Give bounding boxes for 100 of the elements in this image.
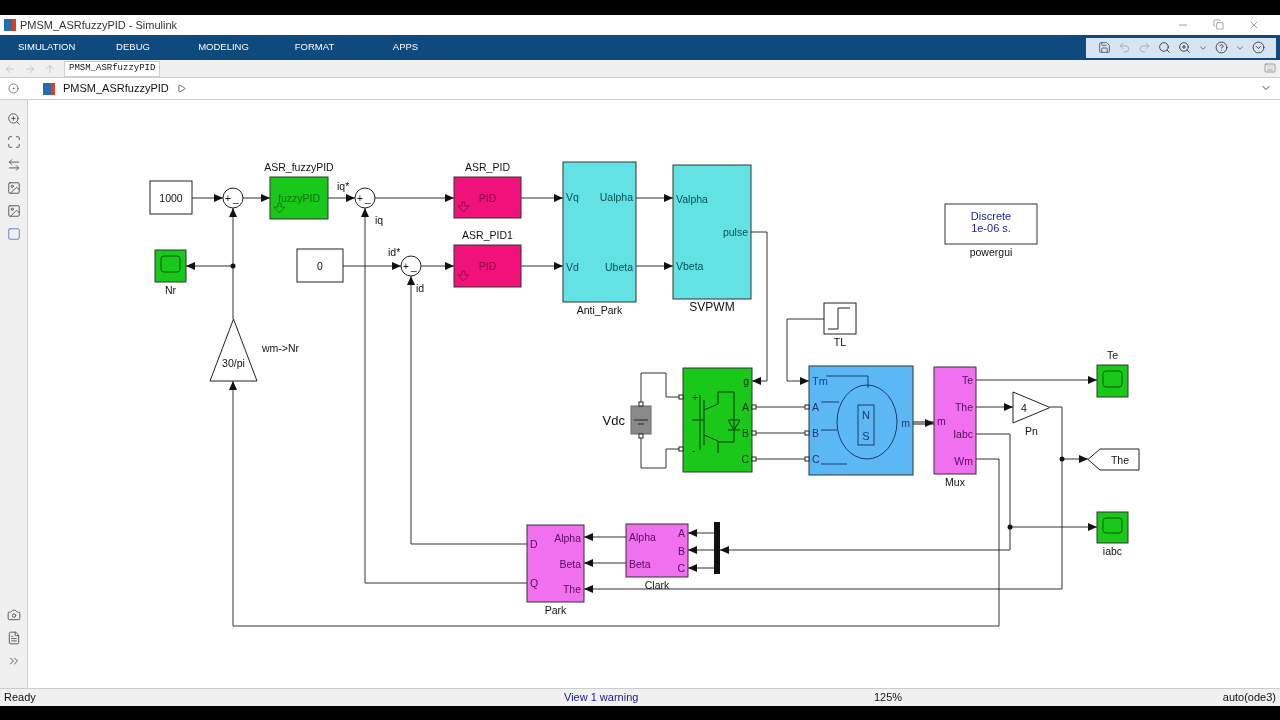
port-label: Ualpha: [599, 191, 633, 203]
port-label: Alpha: [554, 531, 581, 544]
port-label: The: [954, 401, 973, 414]
window-title: PMSM_ASRfuzzyPID - Simulink: [20, 17, 178, 33]
gain-block[interactable]: [209, 318, 258, 382]
breadcrumb-item[interactable]: PMSM_ASRfuzzyPID: [63, 80, 169, 97]
menu-tab[interactable]: MODELING: [178, 40, 269, 55]
signal-line: [242, 194, 271, 202]
warning-link[interactable]: View 1 warning: [564, 689, 874, 706]
keyboard-icon[interactable]: [1264, 61, 1276, 74]
play-icon[interactable]: [176, 84, 186, 93]
port-label: C: [741, 453, 749, 465]
port-label: Vq: [566, 191, 579, 203]
junction-dot: [230, 263, 236, 269]
port-label: Wm: [954, 454, 973, 467]
block-name: iabc: [1102, 545, 1123, 557]
signal-line: [520, 194, 564, 202]
document-icon[interactable]: [6, 631, 21, 645]
constant-value: 0: [317, 259, 323, 272]
hide-icon[interactable]: [8, 83, 19, 94]
sum-block[interactable]: [400, 255, 422, 277]
dc-source-block[interactable]: [630, 401, 652, 439]
zoom-icon[interactable]: [6, 112, 21, 126]
arrows-icon[interactable]: [6, 158, 21, 172]
port-label: Tm: [812, 375, 828, 387]
search-icon[interactable]: [1158, 41, 1171, 54]
igbt-drawing: [691, 391, 741, 454]
zoom-icon[interactable]: [1178, 41, 1191, 54]
menu-tab[interactable]: APPS: [360, 40, 451, 55]
block-name: Vdc: [602, 413, 625, 428]
subsystem-block[interactable]: [453, 176, 522, 219]
signal-line: [635, 262, 674, 270]
motor-block[interactable]: [804, 365, 914, 476]
sum-sign: _: [411, 261, 417, 272]
block-name: wm->Nr: [262, 342, 300, 354]
port-label: Alpha: [629, 531, 656, 544]
save-icon[interactable]: [1098, 41, 1111, 54]
inverter-block[interactable]: [678, 367, 757, 473]
port-label: C: [812, 453, 820, 465]
down-arrow-icon: [457, 270, 470, 282]
block-name: ASR_PID: [465, 161, 510, 173]
block-name: ASR_fuzzyPID: [264, 161, 334, 173]
gain-block[interactable]: [1012, 391, 1051, 424]
block-name: ASR_PID1: [462, 229, 513, 241]
block-name: Mux: [945, 476, 965, 488]
sum-sign: _: [233, 193, 239, 204]
scope-block[interactable]: [154, 249, 187, 283]
menu-tab[interactable]: FORMAT: [269, 40, 360, 55]
magnet-pole: S: [862, 430, 870, 442]
restore-icon[interactable]: [1213, 19, 1224, 31]
sum-block[interactable]: [354, 187, 376, 209]
close-icon[interactable]: [1248, 19, 1260, 31]
port-label: C: [677, 562, 685, 575]
scope-block[interactable]: [1096, 511, 1129, 544]
block-text: PID: [478, 260, 497, 272]
collapse-icon[interactable]: [1252, 41, 1265, 54]
menu-tab[interactable]: SIMULATION: [0, 40, 88, 55]
fit-view-icon[interactable]: [6, 135, 21, 149]
sum-block[interactable]: [222, 187, 244, 209]
square-icon[interactable]: [6, 227, 21, 241]
menu-tab[interactable]: DEBUG: [88, 40, 178, 55]
port-label: A: [812, 401, 819, 413]
help-icon[interactable]: [1215, 41, 1228, 54]
status-text: Ready: [4, 690, 37, 706]
constant-block[interactable]: [149, 180, 193, 215]
image-icon[interactable]: [6, 204, 21, 218]
goto-text: The: [1110, 453, 1130, 466]
subsystem-block[interactable]: [269, 176, 329, 220]
step-block[interactable]: [823, 302, 857, 335]
port-label: pulse: [722, 226, 748, 238]
model-tab[interactable]: PMSM_ASRfuzzyPID: [64, 60, 161, 77]
solver-name: auto(ode3): [1222, 690, 1276, 706]
port-label: B: [678, 544, 685, 557]
block-name: Park: [544, 604, 567, 616]
goto-tag[interactable]: [1087, 448, 1140, 471]
constant-value: 1000: [159, 191, 183, 204]
subsystem-block[interactable]: [526, 524, 585, 603]
signal-line: [327, 194, 356, 202]
powergui-block[interactable]: [944, 203, 1038, 245]
port-label: B: [812, 427, 819, 439]
subsystem-block[interactable]: [562, 161, 637, 303]
scope-block[interactable]: [1096, 364, 1129, 398]
port-label: The: [562, 583, 581, 596]
block-name: Nr: [164, 284, 177, 296]
signal-line: [191, 194, 224, 202]
port-label: m: [901, 417, 910, 429]
port-label: g: [743, 375, 749, 387]
block-text: fuzzyPID: [278, 192, 320, 204]
subsystem-block[interactable]: [933, 366, 977, 475]
app-icon: [4, 19, 16, 31]
port-label: Vd: [566, 261, 579, 273]
gain-value: 4: [1021, 401, 1027, 414]
image-icon[interactable]: [6, 181, 21, 195]
down-arrow-icon: [457, 201, 470, 213]
camera-icon[interactable]: [6, 608, 21, 622]
subsystem-block[interactable]: [672, 164, 752, 300]
subsystem-block[interactable]: [453, 244, 522, 288]
subsystem-block[interactable]: [625, 523, 689, 578]
signal-line: [635, 194, 674, 202]
port-label: D: [530, 538, 538, 551]
